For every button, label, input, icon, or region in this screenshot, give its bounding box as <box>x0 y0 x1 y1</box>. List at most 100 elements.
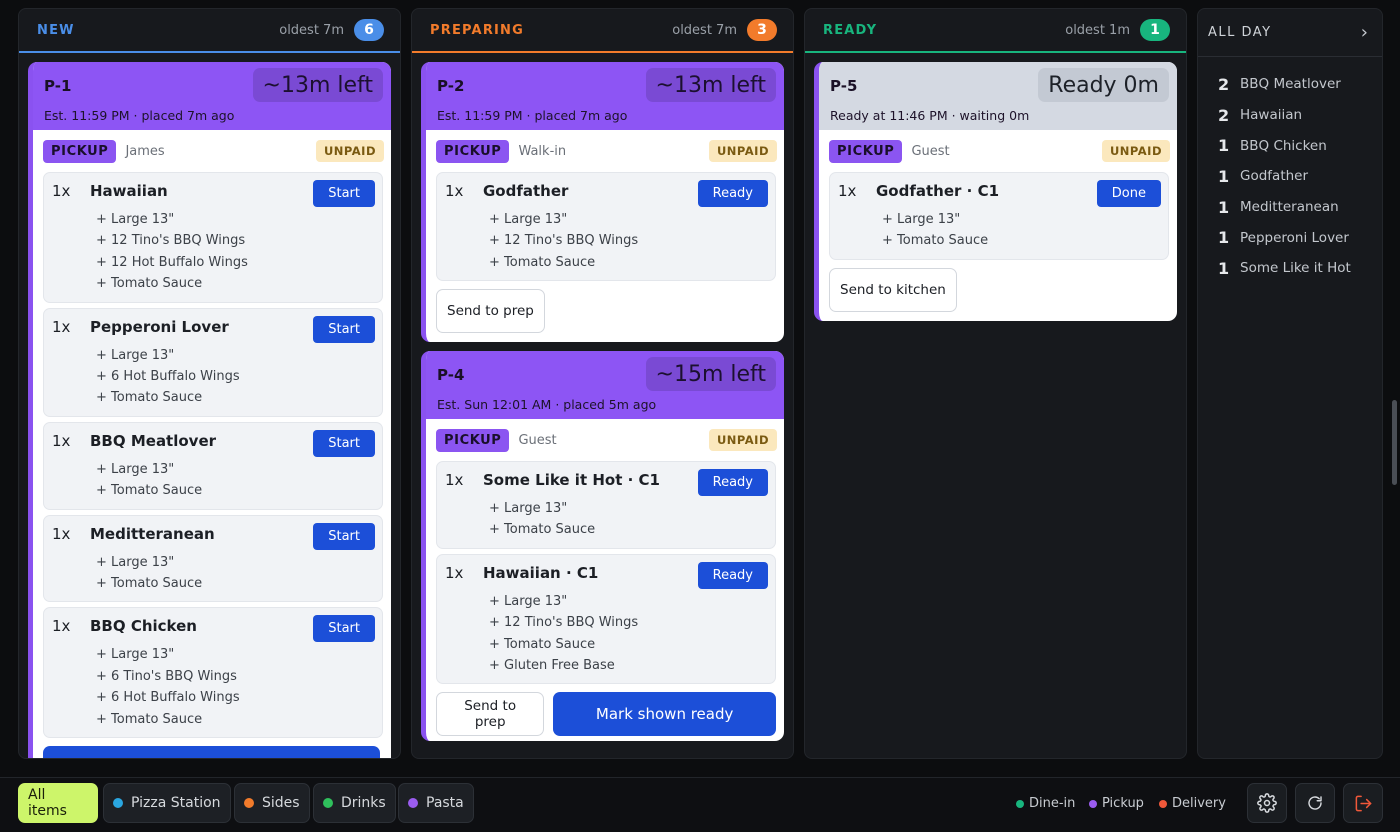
item-quantity: 1x <box>52 524 71 543</box>
legend-label: Delivery <box>1172 796 1226 811</box>
pickup-dot-icon <box>1089 799 1097 808</box>
order-estimate: Est. 11:59 PM · placed 7m ago <box>437 108 628 123</box>
order-item: 1x Hawaiian Start + Large 13" + 12 Tino's BB… <box>43 172 383 303</box>
item-name: Godfather <box>483 182 569 200</box>
item-modifier: + Tomato Sauce <box>96 576 203 592</box>
order-items: 1x Hawaiian Start + Large 13" + 12 Tino's BB… <box>33 172 391 739</box>
all-day-header[interactable]: ALL DAY › <box>1198 9 1382 57</box>
chevron-right-icon[interactable]: › <box>1361 22 1368 43</box>
item-quantity: 1x <box>445 182 464 200</box>
legend-label: Dine-in <box>1029 796 1076 811</box>
item-name: Pepperoni Lover <box>90 317 229 336</box>
item-ready-button[interactable]: Ready <box>697 561 768 589</box>
all-day-quantity: 1 <box>1218 166 1230 186</box>
customer-name: James <box>125 143 165 159</box>
order-type-badge: PICKUP <box>436 139 510 163</box>
order-meta: PICKUP James UNPAID <box>33 130 391 172</box>
customer-name: Guest <box>518 432 557 448</box>
order-items: 1x Some Like it Hot · C1 Ready + Large 13" +… <box>426 461 784 685</box>
all-day-quantity: 1 <box>1218 258 1230 278</box>
order-item: 1x Pepperoni Lover Start + Large 13" + 6 Hot… <box>43 307 383 417</box>
column-oldest: oldest 7m <box>672 22 737 38</box>
station-dot-icon <box>244 798 254 808</box>
logout-button[interactable] <box>1343 783 1383 823</box>
scrollbar-thumb[interactable] <box>1392 400 1397 485</box>
legend-label: Pickup <box>1102 796 1144 811</box>
start-shown-button[interactable]: Start shown <box>43 746 380 758</box>
all-day-quantity: 1 <box>1218 197 1230 217</box>
item-name: BBQ Meatlover <box>90 431 217 450</box>
legend-delivery: Delivery <box>1159 796 1226 811</box>
all-day-quantity: 1 <box>1218 228 1230 248</box>
order-timer: ~15m left <box>645 357 776 391</box>
station-chip-sides[interactable]: Sides <box>234 783 310 823</box>
refresh-button[interactable] <box>1295 783 1335 823</box>
order-card-p1[interactable]: P-1 ~13m left Est. 11:59 PM · placed 7m … <box>28 62 391 758</box>
gear-icon <box>1257 793 1277 813</box>
item-start-button[interactable]: Start <box>313 315 375 343</box>
order-header: P-1 ~13m left Est. 11:59 PM · placed 7m … <box>33 62 391 130</box>
item-name: Hawaiian · C1 <box>483 563 599 582</box>
all-day-item-name: Hawaiian <box>1240 107 1303 124</box>
item-ready-button[interactable]: Ready <box>697 469 768 496</box>
item-start-button[interactable]: Start <box>313 429 375 457</box>
station-chip-label: Pasta <box>426 795 464 811</box>
delivery-dot-icon <box>1159 799 1167 808</box>
station-dot-icon <box>408 798 418 808</box>
item-modifiers: + Large 13" + 6 Hot Buffalo Wings + Tomato… <box>96 345 374 409</box>
item-modifier: + 6 Hot Buffalo Wings <box>96 690 240 706</box>
order-item: 1x BBQ Chicken Start + Large 13" + 6 Tino's … <box>43 607 383 739</box>
item-name: Some Like it Hot · C1 <box>483 471 660 489</box>
column-title: PREPARING <box>430 22 525 38</box>
order-item: 1x Hawaiian · C1 Ready + Large 13" + 12 Tino… <box>436 553 776 685</box>
order-items: 1x Godfather · C1 Done + Large 13" + Tomato … <box>819 172 1177 260</box>
item-modifier: + Large 13" <box>489 593 568 609</box>
item-modifier: + Tomato Sauce <box>96 276 203 292</box>
order-header: P-2 ~13m left Est. 11:59 PM · placed 7m … <box>426 62 784 130</box>
station-chip-pasta[interactable]: Pasta <box>398 783 474 823</box>
order-card-p4[interactable]: P-4 ~15m left Est. Sun 12:01 AM · placed… <box>421 351 784 741</box>
order-card-p5[interactable]: P-5 Ready 0m Ready at 11:46 PM · waiting… <box>814 62 1177 321</box>
order-item: 1x Some Like it Hot · C1 Ready + Large 13" +… <box>436 461 776 549</box>
item-modifiers: + Large 13" + 12 Tino's BBQ Wings + Tomato… <box>489 591 767 677</box>
all-day-row: 1 Meditteranean <box>1198 192 1382 223</box>
order-type-badge: PICKUP <box>829 139 903 163</box>
order-meta: PICKUP Guest UNPAID <box>426 419 784 461</box>
payment-status-badge: UNPAID <box>1101 140 1170 162</box>
all-day-item-name: BBQ Meatlover <box>1240 76 1341 93</box>
mark-shown-ready-button[interactable]: Mark shown ready <box>553 692 776 737</box>
send-to-kitchen-button[interactable]: Send to kitchen <box>829 267 957 312</box>
all-day-quantity: 2 <box>1218 105 1230 125</box>
order-item: 1x Meditteranean Start + Large 13" + Tomato … <box>43 514 383 603</box>
all-day-row: 1 Godfather <box>1198 161 1382 192</box>
item-done-button[interactable]: Done <box>1096 180 1161 207</box>
item-ready-button[interactable]: Ready <box>697 180 768 207</box>
item-quantity: 1x <box>52 317 71 336</box>
item-modifier: + Large 13" <box>96 347 175 363</box>
item-start-button[interactable]: Start <box>313 180 375 207</box>
station-chip-pizza-station[interactable]: Pizza Station <box>103 783 231 823</box>
item-name: Meditteranean <box>90 524 215 543</box>
send-to-prep-button[interactable]: Send to prep <box>436 289 545 334</box>
all-day-row: 2 Hawaiian <box>1198 100 1382 131</box>
item-modifier: + Gluten Free Base <box>489 658 615 674</box>
refresh-icon <box>1308 796 1322 810</box>
item-modifier: + 12 Tino's BBQ Wings <box>96 233 246 249</box>
order-card-p2[interactable]: P-2 ~13m left Est. 11:59 PM · placed 7m … <box>421 62 784 342</box>
item-modifiers: + Large 13" + 12 Tino's BBQ Wings + Tomato… <box>489 209 767 273</box>
station-chip-all-items[interactable]: All items <box>18 783 98 823</box>
item-modifier: + 6 Tino's BBQ Wings <box>96 668 237 684</box>
station-chip-label: Sides <box>262 795 300 811</box>
item-start-button[interactable]: Start <box>313 615 375 643</box>
column-header: PREPARING oldest 7m 3 <box>412 9 793 53</box>
order-header: P-5 Ready 0m Ready at 11:46 PM · waiting… <box>819 62 1177 130</box>
item-name: Godfather · C1 <box>876 182 1000 200</box>
item-modifiers: + Large 13" + Tomato Sauce <box>489 498 767 541</box>
station-chip-drinks[interactable]: Drinks <box>313 783 396 823</box>
station-chip-label: Drinks <box>341 795 386 811</box>
send-to-prep-button[interactable]: Send to prep <box>436 692 545 737</box>
item-modifier: + Tomato Sauce <box>96 390 203 406</box>
item-start-button[interactable]: Start <box>313 522 375 550</box>
item-quantity: 1x <box>52 431 71 450</box>
settings-button[interactable] <box>1247 783 1287 823</box>
